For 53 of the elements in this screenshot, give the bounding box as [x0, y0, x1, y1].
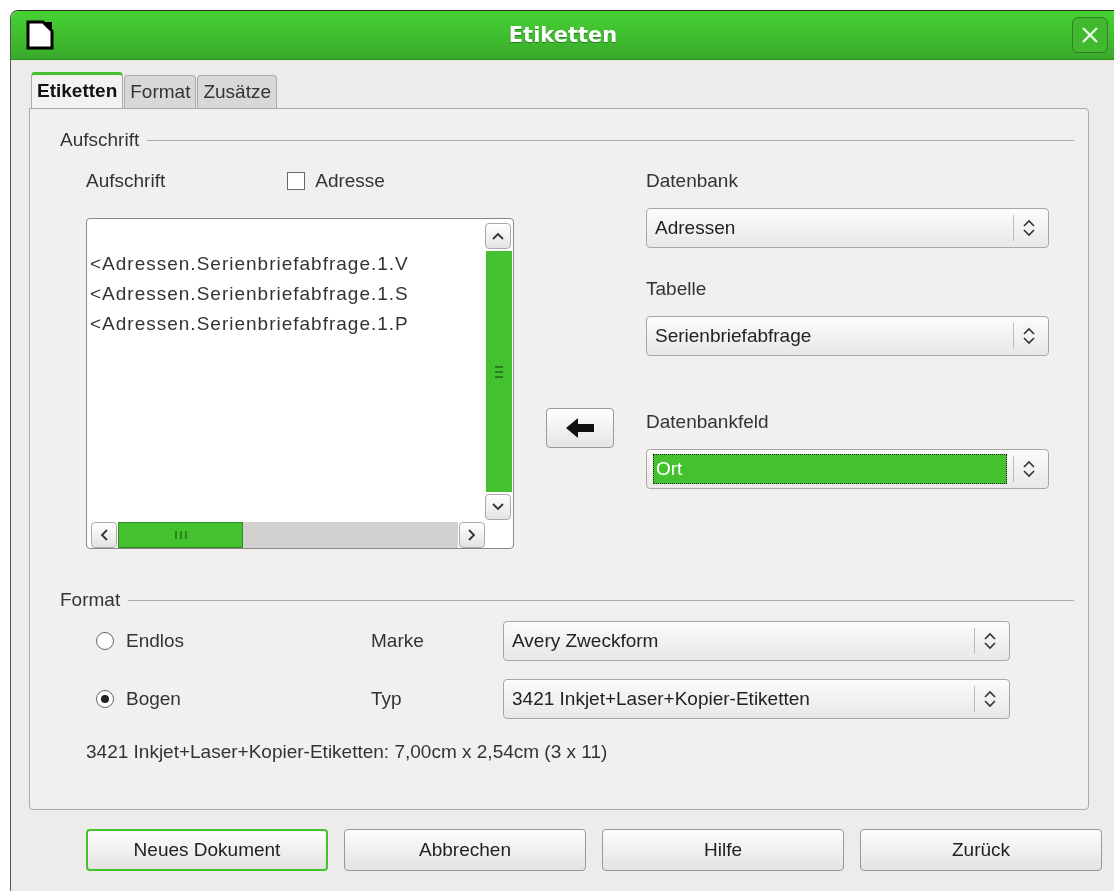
- radio-button[interactable]: [96, 632, 114, 650]
- spinner-arrows-icon: [1022, 459, 1036, 479]
- chevron-up-icon: [492, 232, 504, 240]
- field-label: Datenbankfeld: [646, 410, 770, 434]
- spinner-arrows-icon: [1022, 326, 1036, 346]
- radio-label: Bogen: [126, 688, 181, 710]
- tab[interactable]: Etiketten: [31, 72, 124, 108]
- scroll-up-button[interactable]: [485, 223, 511, 249]
- section-heading: Format: [60, 589, 121, 611]
- close-icon: [1080, 25, 1100, 45]
- window-title: Etiketten: [507, 23, 619, 47]
- grip-icon: [494, 364, 504, 379]
- document-icon: [26, 20, 54, 50]
- text-line: <Adressen.Serienbriefabfrage.1.S: [90, 282, 410, 306]
- dialog-button[interactable]: Neues Dokument: [86, 829, 328, 871]
- dialog-button[interactable]: Abbrechen: [344, 829, 586, 871]
- section-heading: Aufschrift: [60, 129, 140, 151]
- tab[interactable]: Zusätze: [197, 75, 278, 108]
- dropdown[interactable]: 3421 Inkjet+Laser+Kopier-Etiketten: [503, 679, 1010, 719]
- chevron-left-icon: [100, 529, 108, 541]
- text-line: <Adressen.Serienbriefabfrage.1.P: [90, 312, 410, 336]
- arrow-left-icon: [565, 417, 595, 439]
- scrollbar-thumb[interactable]: [118, 522, 243, 548]
- spinner-arrows-icon: [983, 631, 997, 651]
- label-size-info: 3421 Inkjet+Laser+Kopier-Etiketten: 7,00cm x 2,54cm (3 x 11): [86, 741, 609, 763]
- scroll-right-button[interactable]: [459, 522, 485, 548]
- close-button[interactable]: [1072, 17, 1108, 53]
- dialog-button[interactable]: Hilfe: [602, 829, 844, 871]
- field-label: Typ: [371, 688, 403, 710]
- dropdown[interactable]: Adressen: [646, 208, 1049, 248]
- radio-button[interactable]: [96, 690, 114, 708]
- field-label: Aufschrift: [86, 170, 166, 192]
- chevron-down-icon: [492, 503, 504, 511]
- dropdown[interactable]: Serienbriefabfrage: [646, 316, 1049, 356]
- insert-button[interactable]: [546, 408, 614, 448]
- spinner-arrows-icon: [983, 689, 997, 709]
- grip-icon: [173, 530, 188, 540]
- checkbox-label: Adresse: [315, 170, 385, 192]
- scroll-down-button[interactable]: [485, 494, 511, 520]
- field-label: Tabelle: [646, 277, 708, 301]
- field-label: Marke: [371, 630, 425, 652]
- scroll-left-button[interactable]: [91, 522, 117, 548]
- dialog-button[interactable]: Zurück: [860, 829, 1102, 871]
- text-area[interactable]: <Adressen.Serienbriefabfrage.1.V <Adressen.Serienbriefabfrage.1.S <Adressen.Serienbriefabfrage.1.P: [86, 218, 514, 549]
- chevron-right-icon: [468, 529, 476, 541]
- field-label: Datenbank: [646, 169, 739, 193]
- tab[interactable]: Format: [124, 75, 197, 108]
- checkbox[interactable]: [287, 172, 306, 190]
- text-line: <Adressen.Serienbriefabfrage.1.V: [90, 252, 410, 276]
- spinner-arrows-icon: [1022, 218, 1036, 238]
- radio-label: Endlos: [126, 630, 185, 652]
- dropdown[interactable]: Avery Zweckform: [503, 621, 1010, 661]
- scrollbar-thumb[interactable]: [486, 251, 512, 492]
